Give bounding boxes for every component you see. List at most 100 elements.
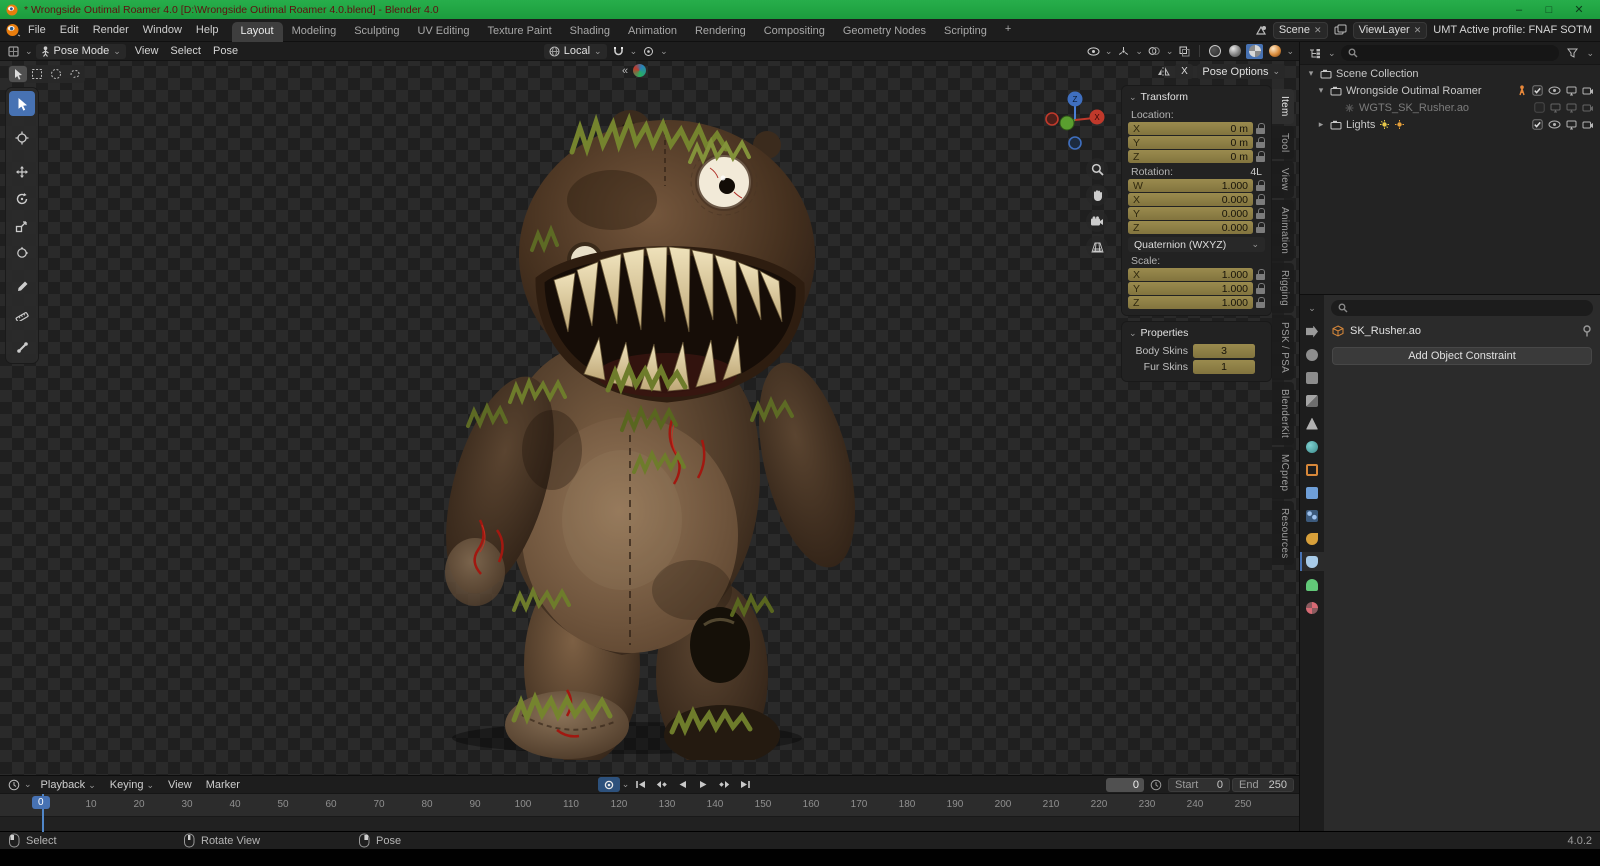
filter-dropdown-icon[interactable]: ⌄: [1586, 49, 1594, 58]
proportional-dropdown-icon[interactable]: ⌄: [660, 47, 668, 56]
properties-tab-constraints-icon[interactable]: [1300, 552, 1324, 571]
viewport-menu-select[interactable]: Select: [164, 43, 207, 59]
mode-dropdown[interactable]: Pose Mode ⌄: [36, 44, 126, 59]
lock-icon[interactable]: [1256, 194, 1265, 205]
properties-tab-world-icon[interactable]: [1300, 437, 1324, 456]
zoom-icon[interactable]: [1086, 158, 1108, 180]
rotation-mode-dropdown[interactable]: Quaternion (WXYZ)⌄: [1128, 237, 1265, 252]
view-layer-selector[interactable]: ViewLayer ✕: [1353, 22, 1428, 39]
xray-toggle-icon[interactable]: [1176, 44, 1193, 59]
snap-dropdown-icon[interactable]: ⌄: [630, 47, 638, 56]
view-layer-remove-icon[interactable]: ✕: [1414, 25, 1422, 36]
lock-icon[interactable]: [1256, 297, 1265, 308]
properties-tab-physics-icon[interactable]: [1300, 529, 1324, 548]
scale-x-field[interactable]: X1.000: [1128, 268, 1253, 281]
workspace-tab-modeling[interactable]: Modeling: [283, 22, 346, 42]
expand-icon[interactable]: ▾: [1306, 68, 1316, 79]
npanel-tab-psk-psa[interactable]: PSK / PSA: [1272, 315, 1294, 380]
npanel-tab-mcprep[interactable]: MCprep: [1272, 447, 1294, 498]
rotation-w-field[interactable]: W1.000: [1128, 179, 1253, 192]
select-circle-button[interactable]: [47, 66, 65, 82]
creature-model[interactable]: [372, 90, 877, 760]
npanel-tab-rigging[interactable]: Rigging: [1272, 263, 1294, 313]
body-skins-field[interactable]: 3: [1193, 344, 1255, 358]
add-workspace-button[interactable]: +: [996, 20, 1020, 40]
timeline-menu-playback[interactable]: Playback ⌄: [34, 777, 103, 793]
viewport-menu-pose[interactable]: Pose: [207, 43, 244, 59]
disable-render-icon[interactable]: [1582, 120, 1594, 129]
scene-selector[interactable]: Scene ✕: [1273, 22, 1328, 39]
editor-type-outliner-icon[interactable]: [1306, 46, 1323, 61]
properties-panel-header[interactable]: ⌄ Properties: [1124, 324, 1269, 342]
outliner-row-scene-collection[interactable]: ▾ Scene Collection: [1300, 65, 1600, 82]
pin-icon[interactable]: [1582, 325, 1592, 337]
properties-tab-modifiers-icon[interactable]: [1300, 483, 1324, 502]
snap-magnet-icon[interactable]: [610, 44, 627, 59]
workspace-tab-geometry-nodes[interactable]: Geometry Nodes: [834, 22, 935, 42]
filter-icon[interactable]: [1564, 46, 1581, 61]
rotation-y-field[interactable]: Y0.000: [1128, 207, 1253, 220]
properties-tab-view-layer-icon[interactable]: [1300, 391, 1324, 410]
editor-type-viewport-icon[interactable]: [5, 44, 22, 59]
prev-keyframe-button[interactable]: [652, 777, 671, 792]
viewport-menu-view[interactable]: View: [129, 43, 165, 59]
disable-viewport-icon[interactable]: [1566, 86, 1577, 96]
workspace-tab-sculpting[interactable]: Sculpting: [345, 22, 408, 42]
tool-move[interactable]: [9, 159, 35, 184]
npanel-tab-animation[interactable]: Animation: [1272, 200, 1294, 261]
location-y-field[interactable]: Y0 m: [1128, 136, 1253, 149]
timeline-editor-dropdown-icon[interactable]: ⌄: [24, 780, 32, 789]
timeline-track[interactable]: [0, 816, 1299, 832]
collapse-panel-icon[interactable]: «: [622, 65, 628, 77]
lock-icon[interactable]: [1256, 269, 1265, 280]
tool-select-box[interactable]: [9, 91, 35, 116]
pan-hand-icon[interactable]: [1086, 184, 1108, 206]
tool-cursor[interactable]: [9, 125, 35, 150]
exclude-checkbox[interactable]: [1532, 119, 1543, 130]
visibility-dropdown-icon[interactable]: ⌄: [1105, 47, 1113, 56]
npanel-tab-item[interactable]: Item: [1272, 89, 1294, 124]
outliner-row-wgts[interactable]: WGTS_SK_Rusher.ao: [1300, 99, 1600, 116]
timeline-menu-keying[interactable]: Keying ⌄: [103, 777, 161, 793]
lock-icon[interactable]: [1256, 283, 1265, 294]
timeline-menu-view[interactable]: View: [161, 777, 199, 793]
viewport-3d[interactable]: ⌄ Pose Mode ⌄ ViewSelectPose Local ⌄ ⌄ ⌄: [0, 42, 1300, 775]
tool-pose-breakdowner[interactable]: [9, 335, 35, 360]
hide-eye-icon[interactable]: [1548, 120, 1561, 129]
location-z-field[interactable]: Z0 m: [1128, 150, 1253, 163]
expand-icon[interactable]: ▾: [1316, 85, 1326, 96]
select-tweak-button[interactable]: [9, 66, 27, 82]
perspective-grid-icon[interactable]: [1086, 236, 1108, 258]
properties-tab-object-icon[interactable]: [1300, 460, 1324, 479]
rotation-x-field[interactable]: X0.000: [1128, 193, 1253, 206]
jump-to-end-button[interactable]: [736, 777, 755, 792]
blender-menu-icon[interactable]: [4, 23, 21, 37]
npanel-tab-blenderkit[interactable]: BlenderKit: [1272, 382, 1294, 445]
tool-annotate[interactable]: [9, 274, 35, 299]
properties-tab-tool-icon[interactable]: [1300, 322, 1324, 341]
menu-help[interactable]: Help: [189, 22, 226, 38]
workspace-tab-shading[interactable]: Shading: [561, 22, 619, 42]
workspace-tab-layout[interactable]: Layout: [232, 22, 283, 42]
disable-viewport-icon[interactable]: [1566, 103, 1577, 113]
transform-orientation-dropdown[interactable]: Local ⌄: [544, 44, 607, 59]
gizmo-dropdown-icon[interactable]: ⌄: [1135, 47, 1143, 56]
outliner-search-input[interactable]: [1341, 45, 1560, 61]
close-button[interactable]: ✕: [1564, 0, 1594, 19]
lock-icon[interactable]: [1256, 222, 1265, 233]
workspace-tab-animation[interactable]: Animation: [619, 22, 686, 42]
timeline-menu-marker[interactable]: Marker: [199, 777, 247, 793]
properties-strip-dropdown-icon[interactable]: ⌄: [1300, 299, 1324, 318]
mirror-icon[interactable]: [1157, 66, 1171, 78]
disable-viewport-icon[interactable]: [1550, 103, 1561, 113]
rotation-z-field[interactable]: Z0.000: [1128, 221, 1253, 234]
workspace-tab-compositing[interactable]: Compositing: [755, 22, 834, 42]
maximize-button[interactable]: □: [1534, 0, 1564, 19]
jump-to-start-button[interactable]: [631, 777, 650, 792]
workspace-tab-uv-editing[interactable]: UV Editing: [408, 22, 478, 42]
shading-solid-button[interactable]: [1226, 44, 1243, 59]
play-button[interactable]: [694, 777, 713, 792]
scale-y-field[interactable]: Y1.000: [1128, 282, 1253, 295]
disable-render-icon[interactable]: [1582, 86, 1594, 95]
end-frame-field[interactable]: End250: [1232, 778, 1294, 792]
